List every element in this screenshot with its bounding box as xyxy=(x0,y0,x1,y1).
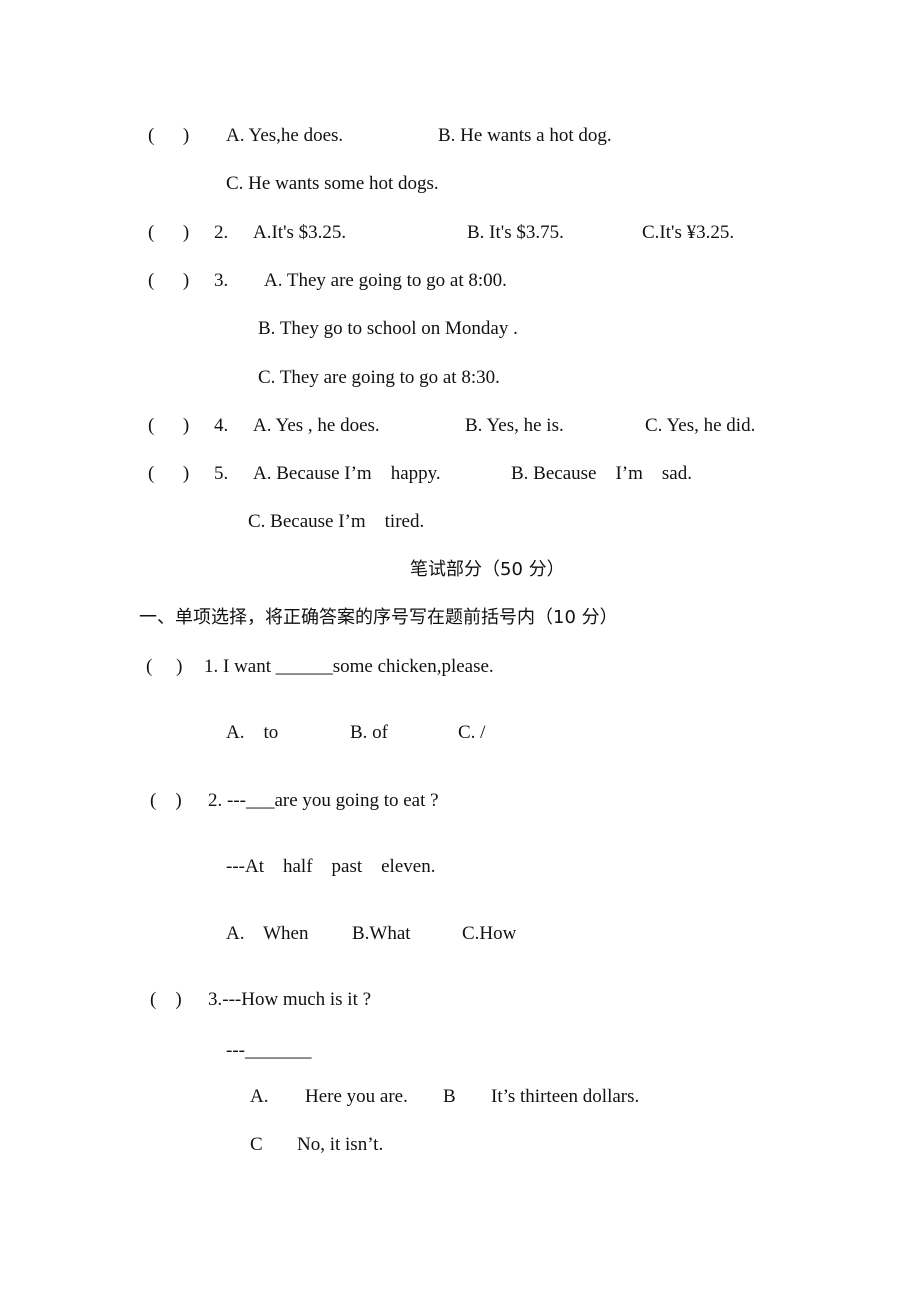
answer-bracket: ( ) xyxy=(148,415,190,436)
option-a: A.It's $3.25. xyxy=(253,222,347,243)
option-a: A. to xyxy=(226,722,279,743)
option-c-label: C xyxy=(250,1134,263,1155)
answer-bracket: ( ) xyxy=(146,656,183,677)
answer-line: ---At half past eleven. xyxy=(226,856,436,877)
option-b: B. It's $3.75. xyxy=(467,222,564,243)
option-b: B. Yes, he is. xyxy=(465,415,564,436)
option-c: C. Because I’m tired. xyxy=(248,511,425,532)
option-a: Here you are. xyxy=(305,1086,408,1107)
answer-bracket: ( ) xyxy=(148,270,190,291)
question-number: 5. xyxy=(214,463,229,484)
option-c: C.How xyxy=(462,923,517,944)
answer-bracket: ( ) xyxy=(150,790,182,811)
option-a: A. Yes,he does. xyxy=(226,125,344,146)
option-a: A. Yes , he does. xyxy=(253,415,380,436)
option-a: A. Because I’m happy. xyxy=(253,463,441,484)
option-c: C.It's ¥3.25. xyxy=(642,222,735,243)
option-b: B. They go to school on Monday . xyxy=(258,318,518,339)
answer-bracket: ( ) xyxy=(148,222,190,243)
option-b: It’s thirteen dollars. xyxy=(491,1086,640,1107)
section-1-heading: 一、单项选择，将正确答案的序号写在题前括号内（10 分） xyxy=(139,607,618,628)
option-c: C. Yes, he did. xyxy=(645,415,756,436)
answer-bracket: ( ) xyxy=(148,463,190,484)
question-number: 4. xyxy=(214,415,229,436)
question-number: 2. xyxy=(214,222,229,243)
answer-line: ---_______ xyxy=(226,1040,312,1061)
option-a-label: A. xyxy=(250,1086,269,1107)
question-stem: 1. I want ______some chicken,please. xyxy=(204,656,494,677)
answer-bracket: ( ) xyxy=(148,125,190,146)
option-c: No, it isn’t. xyxy=(297,1134,384,1155)
option-a: A. When xyxy=(226,923,309,944)
option-a: A. They are going to go at 8:00. xyxy=(264,270,507,291)
question-stem: 2. ---___are you going to eat ? xyxy=(208,790,439,811)
written-part-title: 笔试部分（50 分） xyxy=(410,559,565,580)
option-b: B. of xyxy=(350,722,388,743)
option-c: C. / xyxy=(458,722,486,743)
question-number: 3. xyxy=(214,270,229,291)
option-b: B. He wants a hot dog. xyxy=(438,125,612,146)
option-b: B.What xyxy=(352,923,411,944)
answer-bracket: ( ) xyxy=(150,989,182,1010)
option-c: C. He wants some hot dogs. xyxy=(226,173,439,194)
option-b: B. Because I’m sad. xyxy=(511,463,692,484)
option-b-label: B xyxy=(443,1086,456,1107)
option-c: C. They are going to go at 8:30. xyxy=(258,367,500,388)
question-stem: 3.---How much is it ? xyxy=(208,989,372,1010)
